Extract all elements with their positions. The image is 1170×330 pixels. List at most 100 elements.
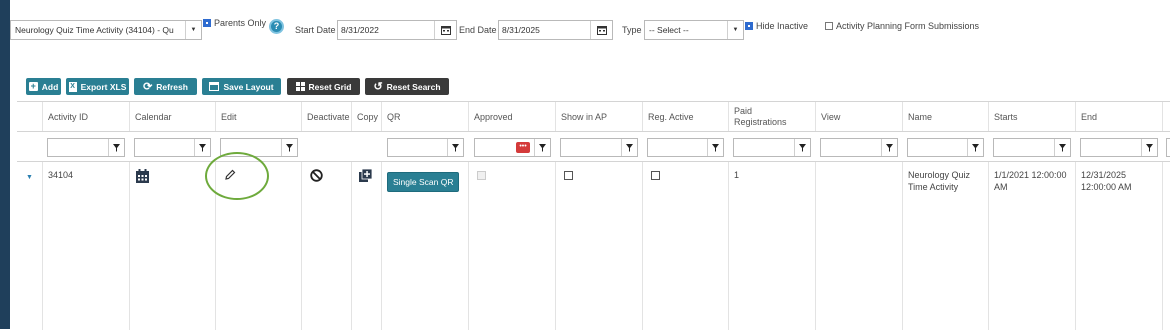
cell-name: Neurology Quiz Time Activity (902, 162, 988, 330)
col-view[interactable]: View (815, 102, 902, 131)
add-button-label: Add (41, 81, 59, 92)
type-label: Type (622, 25, 642, 35)
undo-icon: ↺ (373, 81, 383, 93)
type-select[interactable]: -- Select -- ▼ (644, 20, 744, 40)
calendar-icon[interactable] (434, 21, 456, 39)
approved-checkbox (477, 171, 486, 180)
add-button[interactable]: + Add (26, 78, 61, 95)
activity-select[interactable]: Neurology Quiz Time Activity (34104) - Q… (10, 20, 202, 40)
chevron-down-icon[interactable]: ▼ (185, 21, 201, 39)
filter-end[interactable] (1080, 138, 1158, 157)
filter-icon[interactable] (967, 139, 983, 156)
show-in-ap-checkbox[interactable] (564, 171, 573, 180)
cell-copy (351, 162, 381, 330)
col-reg-active[interactable]: Reg. Active (642, 102, 728, 131)
filter-icon[interactable] (621, 139, 637, 156)
refresh-label: Refresh (156, 81, 188, 92)
reset-grid-label: Reset Grid (308, 81, 352, 92)
parents-only-checkbox[interactable]: Parents Only (203, 16, 266, 30)
export-xls-button[interactable]: X Export XLS (66, 78, 129, 95)
cell-end-text: 12/31/2025 12:00:00 AM (1081, 170, 1132, 192)
col-activity-id[interactable]: Activity ID (42, 102, 129, 131)
save-layout-button[interactable]: Save Layout (202, 78, 281, 95)
parents-only-check[interactable] (203, 19, 211, 27)
filter-icon[interactable] (881, 139, 897, 156)
cell-show-in-ap (555, 162, 642, 330)
col-end[interactable]: End (1075, 102, 1162, 131)
grid-filter-row: ••• (17, 132, 1170, 162)
end-date-label: End Date (459, 25, 497, 35)
filter-reg-active[interactable] (647, 138, 724, 157)
col-qr[interactable]: QR (381, 102, 468, 131)
end-date-field[interactable]: 8/31/2025 (498, 20, 613, 40)
reg-active-checkbox[interactable] (651, 171, 660, 180)
filter-icon[interactable] (447, 139, 463, 156)
filter-icon[interactable] (108, 139, 124, 156)
reset-search-button[interactable]: ↺ Reset Search (365, 78, 449, 95)
planning-form-label: Activity Planning Form Submissions (836, 21, 980, 31)
expander-cell (17, 162, 42, 330)
filter-approved[interactable]: ••• (474, 138, 551, 157)
hide-inactive-label: Hide Inactive (756, 21, 809, 31)
col-paid-registrations[interactable]: Paid Registrations (728, 102, 815, 131)
activity-select-value: Neurology Quiz Time Activity (34104) - Q… (15, 25, 174, 35)
col-calendar[interactable]: Calendar (129, 102, 215, 131)
cell-qr: Single Scan QR (381, 162, 468, 330)
filter-view[interactable] (820, 138, 898, 157)
cell-activity-id: 34104 (42, 162, 129, 330)
filter-icon[interactable] (281, 139, 297, 156)
type-select-value: -- Select -- (649, 25, 689, 35)
filter-name[interactable] (907, 138, 984, 157)
expander-header (17, 102, 42, 131)
filter-icon[interactable] (1054, 139, 1070, 156)
filter-qr[interactable] (387, 138, 464, 157)
filter-starts[interactable] (993, 138, 1071, 157)
calendar-icon[interactable] (136, 169, 149, 186)
more-options-icon[interactable]: ••• (516, 142, 530, 153)
start-date-label: Start Date (295, 25, 336, 35)
calendar-icon[interactable] (590, 21, 612, 39)
save-layout-label: Save Layout (223, 81, 274, 92)
filter-activity-id[interactable] (47, 138, 125, 157)
hide-inactive-checkbox[interactable]: Hide Inactive (745, 16, 808, 36)
filter-icon[interactable] (534, 139, 550, 156)
save-layout-icon (209, 82, 220, 91)
cell-paid-registrations: 1 (728, 162, 815, 330)
help-icon[interactable]: ? (266, 16, 284, 36)
col-copy[interactable]: Copy (351, 102, 381, 131)
plus-icon: + (28, 81, 38, 91)
cell-view (815, 162, 902, 330)
filter-show-in-ap[interactable] (560, 138, 638, 157)
filter-icon[interactable] (707, 139, 723, 156)
filter-paid-registrations[interactable] (733, 138, 811, 157)
filter-calendar[interactable] (134, 138, 211, 157)
reset-grid-button[interactable]: Reset Grid (287, 78, 360, 95)
planning-form-check[interactable] (825, 22, 833, 30)
refresh-button[interactable]: ⟳ Refresh (134, 78, 197, 95)
filter-next[interactable] (1166, 138, 1170, 157)
filter-icon[interactable] (194, 139, 210, 156)
cell-starts: 1/1/2021 12:00:00 AM (988, 162, 1075, 330)
cell-deactivate (301, 162, 351, 330)
col-paid-registrations-label: Paid Registrations (734, 105, 787, 127)
hide-inactive-check[interactable] (745, 22, 753, 30)
col-show-in-ap[interactable]: Show in AP (555, 102, 642, 131)
col-approved[interactable]: Approved (468, 102, 555, 131)
single-scan-qr-button[interactable]: Single Scan QR (387, 172, 460, 192)
ban-icon[interactable] (310, 169, 323, 185)
copy-plus-icon[interactable] (359, 168, 373, 185)
filter-icon[interactable] (794, 139, 810, 156)
chevron-down-icon[interactable]: ▼ (727, 21, 743, 39)
activity-grid: Activity ID Calendar Edit Deactivate Cop… (17, 101, 1170, 330)
col-starts[interactable]: Starts (988, 102, 1075, 131)
col-name[interactable]: Name (902, 102, 988, 131)
parents-only-label: Parents Only (214, 18, 267, 28)
start-date-value: 8/31/2022 (341, 25, 379, 35)
col-deactivate[interactable]: Deactivate (301, 102, 351, 131)
end-date-value: 8/31/2025 (502, 25, 540, 35)
app-sidebar-edge (0, 0, 10, 329)
col-edit[interactable]: Edit (215, 102, 301, 131)
start-date-field[interactable]: 8/31/2022 (337, 20, 457, 40)
planning-form-checkbox[interactable]: Activity Planning Form Submissions (825, 16, 979, 36)
filter-icon[interactable] (1141, 139, 1157, 156)
